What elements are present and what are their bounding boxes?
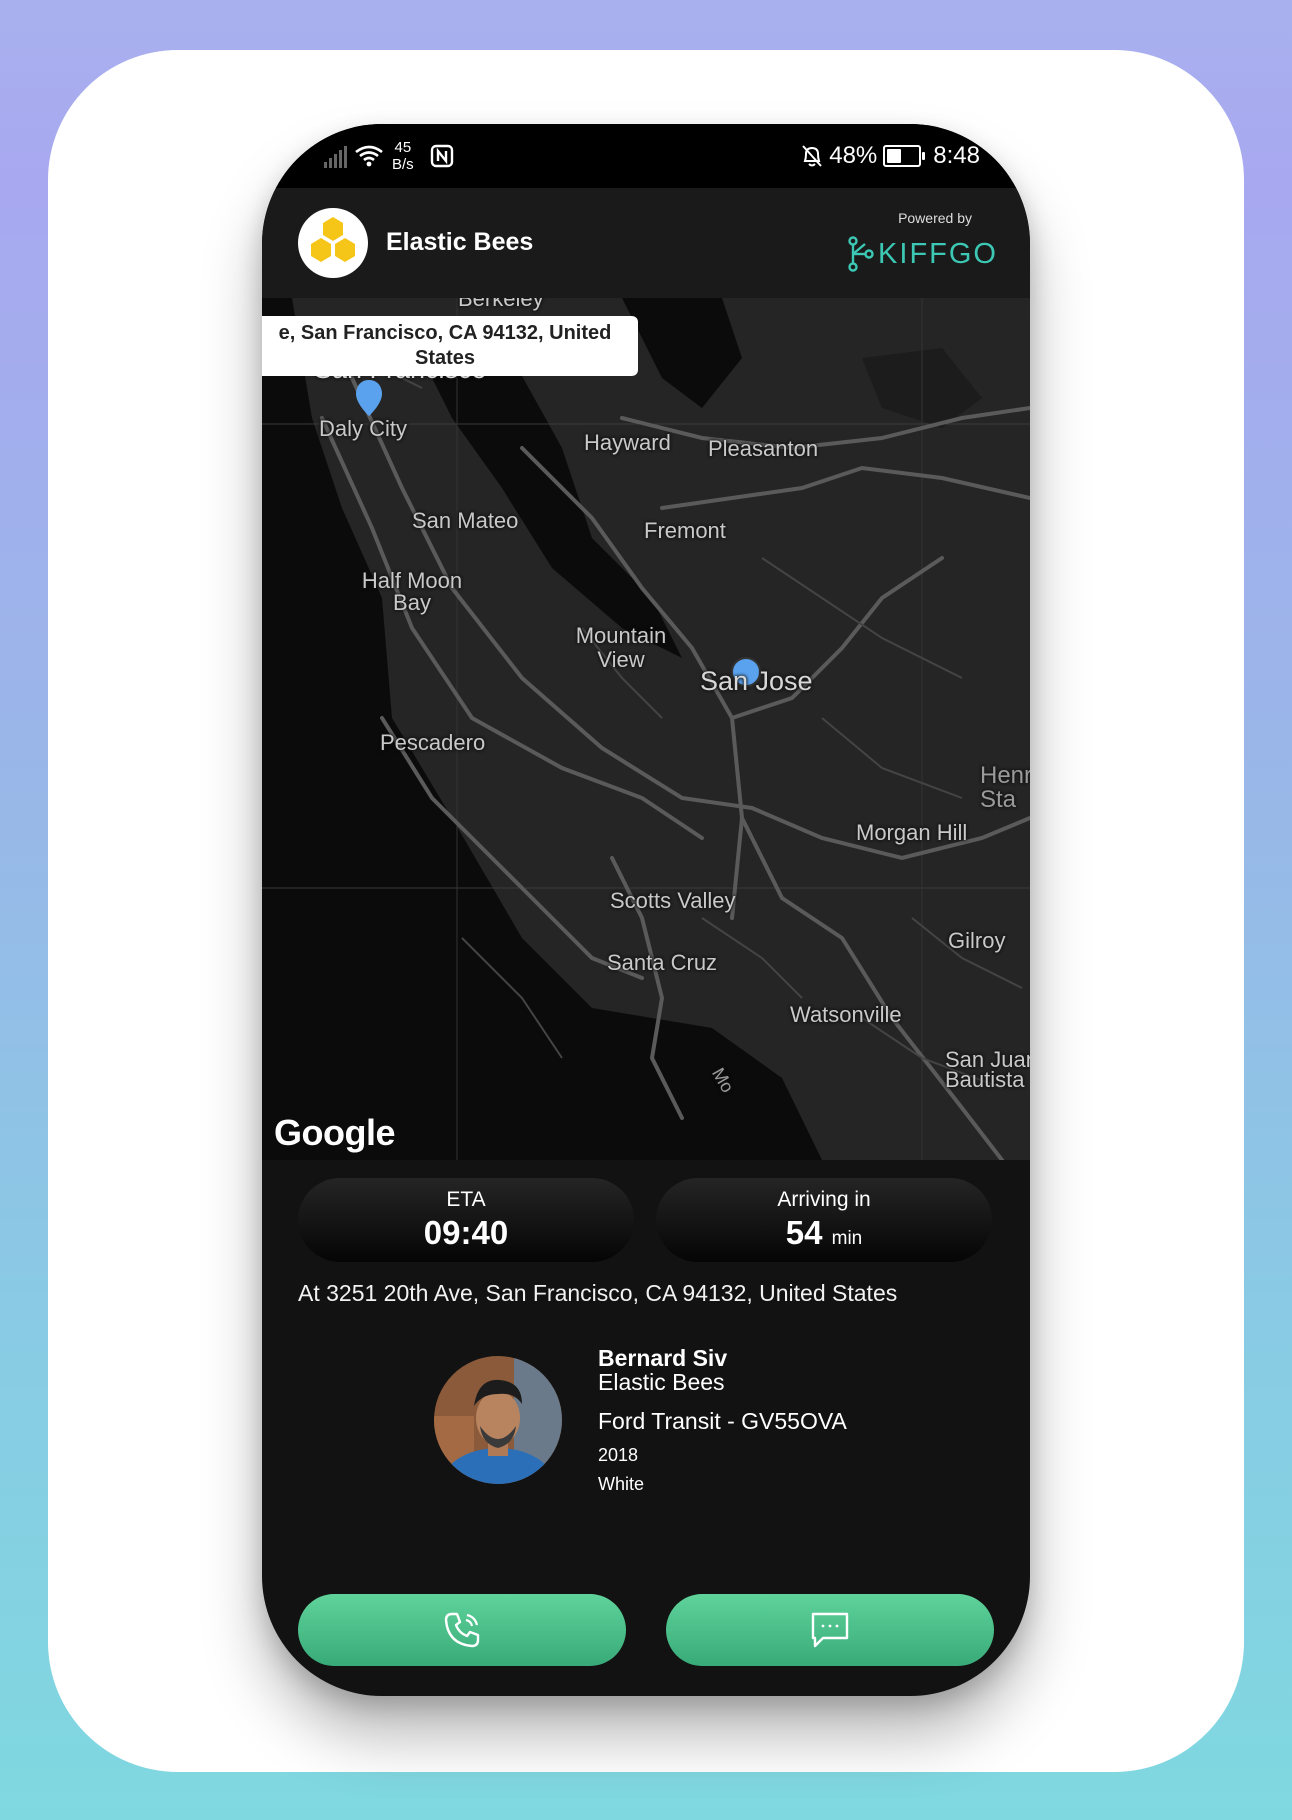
vehicle-model: Ford Transit - GV55OVA bbox=[598, 1408, 847, 1434]
nfc-icon bbox=[430, 144, 454, 168]
honeycomb-logo-icon bbox=[311, 217, 355, 262]
map-label-morgan-hill: Morgan Hill bbox=[856, 820, 968, 845]
bell-muted-icon bbox=[802, 145, 822, 167]
arriving-value-wrap: 54 min bbox=[656, 1214, 992, 1252]
chat-icon bbox=[811, 1612, 849, 1648]
map-label-daly-city: Daly City bbox=[319, 416, 408, 441]
destination-popup-line2: States bbox=[414, 347, 476, 369]
map-label-pleasanton: Pleasanton bbox=[708, 436, 819, 461]
phone-icon bbox=[444, 1612, 480, 1648]
driver-photo bbox=[434, 1356, 562, 1484]
network-speed-value: 45 bbox=[394, 139, 412, 156]
driver-avatar bbox=[434, 1356, 562, 1484]
arriving-unit: min bbox=[831, 1228, 863, 1249]
kiffgo-mark-icon bbox=[848, 236, 874, 272]
company-name: Elastic Bees bbox=[386, 228, 534, 256]
eta-pill: ETA 09:40 bbox=[298, 1178, 634, 1262]
map-view[interactable]: Berkeley San Francisco e, San Francisco,… bbox=[262, 298, 1030, 1160]
map-label-santa-cruz: Santa Cruz bbox=[607, 950, 718, 975]
destination-address: At 3251 20th Ave, San Francisco, CA 9413… bbox=[298, 1280, 898, 1306]
driver-company: Elastic Bees bbox=[598, 1369, 725, 1395]
map-label-mountain-view: Mountain View bbox=[575, 623, 667, 672]
map-label-hayward: Hayward bbox=[584, 430, 671, 455]
powered-by-label: Powered by bbox=[898, 210, 972, 226]
call-driver-button[interactable] bbox=[298, 1594, 626, 1666]
network-speed-unit: B/s bbox=[392, 156, 414, 173]
eta-label: ETA bbox=[446, 1188, 486, 1211]
driver-name: Bernard Siv bbox=[598, 1345, 728, 1371]
company-logo bbox=[298, 208, 368, 278]
google-attribution: Google bbox=[274, 1112, 396, 1153]
vehicle-year: 2018 bbox=[598, 1445, 639, 1465]
destination-popup-line1: e, San Francisco, CA 94132, United bbox=[278, 322, 612, 344]
map-label-san-juan: San Juan Bautista bbox=[945, 1047, 1030, 1092]
phone-frame: 45 B/s 48% 8:48 Elastic Bees Powered by … bbox=[262, 124, 1030, 1696]
map-label-san-jose: San Jose bbox=[700, 666, 813, 696]
arriving-label: Arriving in bbox=[777, 1188, 871, 1211]
map-label-fremont: Fremont bbox=[644, 518, 726, 543]
clock: 8:48 bbox=[933, 142, 980, 169]
map-label-pescadero: Pescadero bbox=[380, 730, 486, 755]
map-label-scotts-valley: Scotts Valley bbox=[610, 888, 736, 913]
arriving-value: 54 bbox=[785, 1214, 823, 1251]
battery-icon bbox=[883, 145, 926, 167]
app-header: Elastic Bees Powered by KIFFGO bbox=[262, 188, 1030, 298]
status-bar: 45 B/s 48% 8:48 bbox=[262, 124, 1030, 188]
map-label-half-moon-bay: Half Moon Bay bbox=[361, 568, 463, 615]
status-right: 48% 8:48 bbox=[801, 142, 980, 170]
cell-signal-icon bbox=[324, 146, 347, 168]
destination-popup[interactable]: e, San Francisco, CA 94132, United State… bbox=[262, 316, 638, 376]
map-label-henry-stark: Henr Sta bbox=[980, 762, 1030, 813]
network-speed: 45 B/s bbox=[392, 139, 414, 173]
destination-pin-icon[interactable] bbox=[354, 378, 384, 418]
kiffgo-wordmark: KIFFGO bbox=[878, 237, 998, 270]
vehicle-color: White bbox=[598, 1474, 645, 1494]
eta-value: 09:40 bbox=[423, 1214, 509, 1251]
driver-info: Bernard Siv Elastic Bees Ford Transit - … bbox=[598, 1346, 847, 1495]
wifi-icon bbox=[355, 145, 383, 167]
map-label-san-mateo: San Mateo bbox=[412, 508, 519, 533]
arriving-pill: Arriving in 54 min bbox=[656, 1178, 992, 1262]
kiffgo-logo: KIFFGO bbox=[848, 236, 998, 272]
message-driver-button[interactable] bbox=[666, 1594, 994, 1666]
map-label-berkeley: Berkeley bbox=[458, 298, 544, 311]
map-label-gilroy: Gilroy bbox=[948, 928, 1006, 953]
map-label-watsonville: Watsonville bbox=[790, 1002, 902, 1027]
battery-percent: 48% bbox=[829, 142, 878, 169]
